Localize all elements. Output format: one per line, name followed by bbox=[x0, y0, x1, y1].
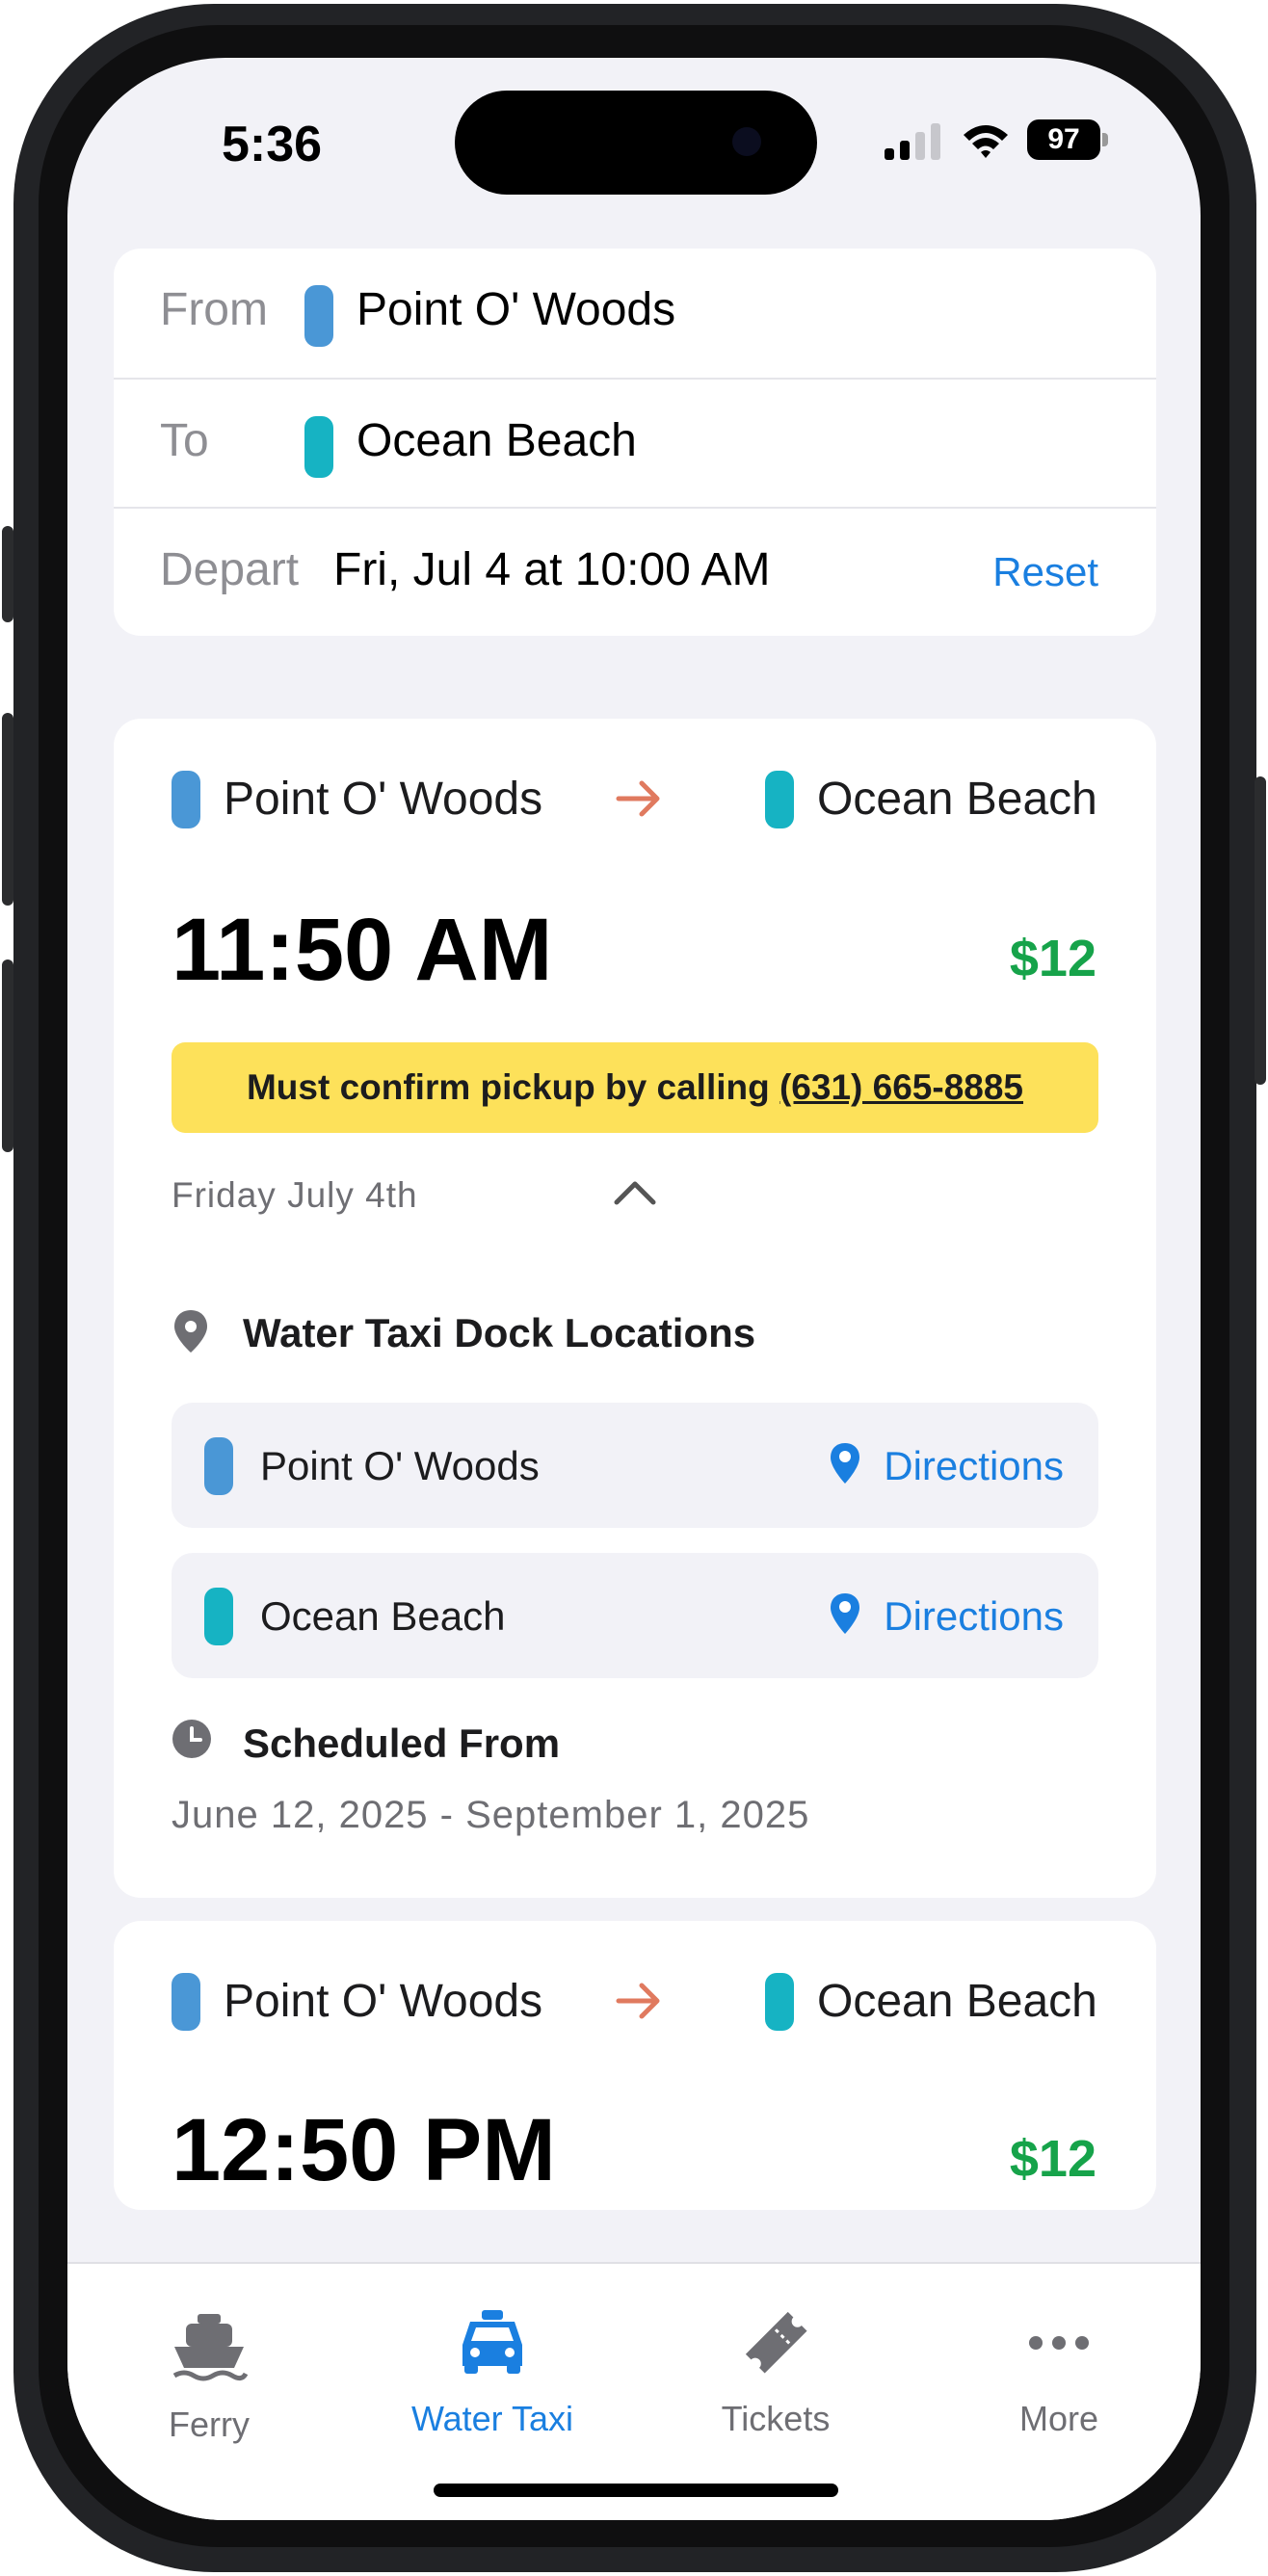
trip-from: Point O' Woods bbox=[224, 1976, 543, 2027]
map-pin-icon[interactable] bbox=[829, 1591, 861, 1636]
dock-name: Point O' Woods bbox=[260, 1443, 540, 1488]
to-row[interactable]: To Ocean Beach bbox=[114, 380, 1156, 509]
side-button-volume-up bbox=[2, 713, 13, 906]
tab-water-taxi[interactable]: Water Taxi bbox=[351, 2264, 634, 2457]
clock-icon bbox=[172, 1720, 211, 1758]
tab-label: Ferry bbox=[169, 2405, 250, 2444]
dock-item: Ocean Beach Directions bbox=[172, 1553, 1098, 1678]
trip-price: $12 bbox=[1009, 2130, 1096, 2188]
ferry-icon bbox=[172, 2314, 248, 2381]
from-row[interactable]: From Point O' Woods bbox=[114, 249, 1156, 378]
wifi-icon bbox=[964, 125, 1008, 158]
tab-label: Tickets bbox=[721, 2399, 831, 2438]
from-label: From bbox=[160, 284, 268, 335]
tab-bar: Ferry Water Taxi Tickets More bbox=[67, 2262, 1201, 2520]
to-stop-color-icon bbox=[204, 1588, 233, 1645]
depart-value: Fri, Jul 4 at 10:00 AM bbox=[333, 544, 771, 595]
trip-card[interactable]: Point O' Woods Ocean Beach 12:50 PM $12 bbox=[114, 1921, 1156, 2210]
to-label: To bbox=[160, 415, 209, 466]
trip-from: Point O' Woods bbox=[224, 774, 543, 825]
from-value: Point O' Woods bbox=[357, 284, 676, 335]
trip-date: Friday July 4th bbox=[172, 1175, 418, 1215]
dock-name: Ocean Beach bbox=[260, 1593, 506, 1639]
camera-icon bbox=[732, 127, 761, 156]
battery-level: 97 bbox=[1027, 119, 1100, 160]
side-button-volume-down bbox=[2, 959, 13, 1152]
directions-button[interactable]: Directions bbox=[884, 1443, 1064, 1489]
more-icon bbox=[1029, 2336, 1089, 2350]
phone-link[interactable]: (631) 665-8885 bbox=[779, 1067, 1023, 1107]
dock-locations-title: Water Taxi Dock Locations bbox=[243, 1310, 756, 1355]
depart-label: Depart bbox=[160, 544, 300, 595]
tab-more[interactable]: More bbox=[917, 2264, 1201, 2457]
to-stop-color-icon bbox=[765, 771, 794, 828]
trip-to: Ocean Beach bbox=[817, 1976, 1097, 2027]
screen: 5:36 97 From Point O' Woods To Ocean Bea… bbox=[67, 58, 1201, 2520]
from-stop-color-icon bbox=[172, 1973, 200, 2031]
from-stop-color-icon bbox=[204, 1437, 233, 1495]
status-time: 5:36 bbox=[222, 117, 323, 172]
pickup-notice-text: Must confirm pickup by calling bbox=[246, 1067, 779, 1107]
depart-row[interactable]: Depart Fri, Jul 4 at 10:00 AM Reset bbox=[114, 509, 1156, 638]
ticket-icon bbox=[745, 2311, 807, 2374]
tab-tickets[interactable]: Tickets bbox=[634, 2264, 917, 2457]
arrow-right-icon bbox=[616, 1983, 660, 2019]
trip-to: Ocean Beach bbox=[817, 774, 1097, 825]
side-button-power bbox=[1255, 776, 1266, 1085]
arrow-right-icon bbox=[616, 780, 660, 817]
trip-card[interactable]: Point O' Woods Ocean Beach 11:50 AM $12 … bbox=[114, 719, 1156, 1898]
status-bar: 5:36 97 bbox=[67, 58, 1201, 241]
dock-item: Point O' Woods Directions bbox=[172, 1403, 1098, 1528]
from-stop-color-icon bbox=[172, 771, 200, 828]
tab-label: Water Taxi bbox=[410, 2399, 574, 2438]
from-stop-color-icon bbox=[304, 285, 333, 347]
trip-search-card: From Point O' Woods To Ocean Beach Depar… bbox=[114, 249, 1156, 636]
pickup-notice-banner: Must confirm pickup by calling (631) 665… bbox=[172, 1042, 1098, 1133]
to-stop-color-icon bbox=[304, 416, 333, 478]
trip-price: $12 bbox=[1009, 930, 1096, 987]
directions-button[interactable]: Directions bbox=[884, 1593, 1064, 1640]
trip-route: Point O' Woods Ocean Beach bbox=[114, 1969, 1156, 2046]
chevron-up-icon[interactable] bbox=[613, 1173, 657, 1212]
cellular-signal-icon bbox=[885, 123, 940, 160]
map-pin-icon[interactable] bbox=[829, 1441, 861, 1485]
schedule-title: Scheduled From bbox=[243, 1721, 561, 1766]
trip-route: Point O' Woods Ocean Beach bbox=[114, 767, 1156, 844]
taxi-icon bbox=[462, 2310, 522, 2374]
battery-icon bbox=[1102, 133, 1108, 146]
dynamic-island bbox=[455, 91, 817, 195]
reset-button[interactable]: Reset bbox=[992, 549, 1098, 595]
to-value: Ocean Beach bbox=[357, 415, 637, 466]
departure-time: 11:50 AM bbox=[172, 901, 553, 999]
home-indicator[interactable] bbox=[434, 2484, 838, 2497]
tab-ferry[interactable]: Ferry bbox=[67, 2264, 351, 2457]
side-button-mute bbox=[2, 526, 13, 622]
departure-time: 12:50 PM bbox=[172, 2101, 556, 2199]
schedule-range: June 12, 2025 - September 1, 2025 bbox=[172, 1794, 810, 1836]
to-stop-color-icon bbox=[765, 1973, 794, 2031]
tab-label: More bbox=[1018, 2399, 1099, 2438]
location-pin-icon bbox=[174, 1310, 207, 1353]
